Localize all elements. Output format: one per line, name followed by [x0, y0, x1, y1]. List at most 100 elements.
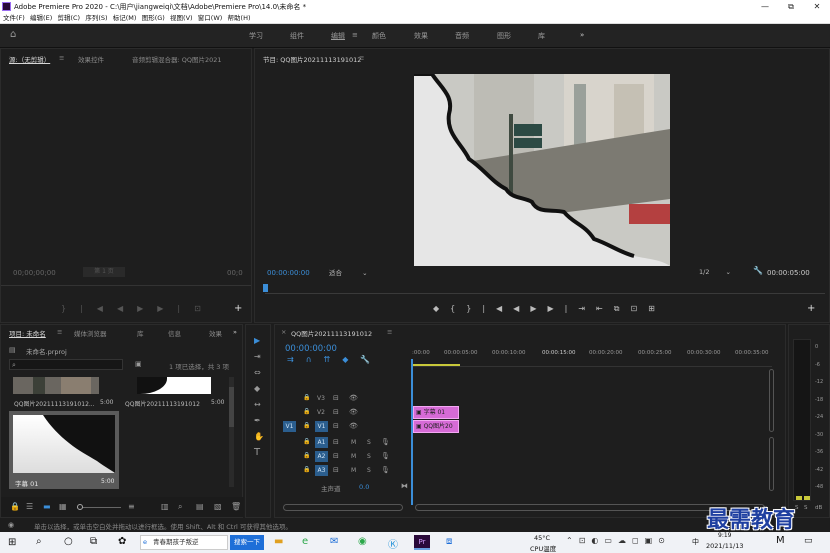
- hand-tool-icon[interactable]: ✋: [254, 433, 264, 441]
- lock-icon[interactable]: 🔒: [303, 394, 310, 402]
- eye-icon[interactable]: 👁: [349, 422, 358, 430]
- search-icon[interactable]: ⌕: [36, 536, 42, 547]
- k-app-icon[interactable]: Ⓚ: [388, 536, 398, 551]
- menu-markers[interactable]: 标记(M): [113, 13, 137, 24]
- zoom-slider-handle[interactable]: [77, 504, 83, 510]
- system-tray-icons[interactable]: ⌃⊡◐▭☁◻▣⊙: [566, 536, 671, 545]
- source-panel-menu-icon[interactable]: ≡: [59, 54, 64, 62]
- new-item-icon[interactable]: ▧: [214, 503, 222, 511]
- timeline-ruler[interactable]: :00:00 00:00:05:00 00:00:10:00 00:00:15:…: [412, 345, 772, 367]
- microphone-icon[interactable]: 🎙: [381, 452, 390, 460]
- ripple-edit-tool-icon[interactable]: ⇔: [254, 369, 261, 377]
- title-clip[interactable]: ▣ 字幕 01: [413, 406, 459, 419]
- workspace-assembly[interactable]: 组件: [290, 31, 304, 41]
- tab-libraries[interactable]: 库: [137, 328, 144, 338]
- program-transport-controls[interactable]: ◆{}|◀◀▶▶|⇥⇤⧉⊡⊞: [433, 305, 666, 313]
- source-patch-v1[interactable]: V1: [283, 421, 296, 432]
- edge-icon[interactable]: e: [302, 536, 308, 547]
- workspace-more-icon[interactable]: »: [580, 31, 584, 39]
- close-icon[interactable]: ×: [281, 328, 286, 336]
- type-tool-icon[interactable]: T: [254, 448, 260, 458]
- solo-button[interactable]: S: [367, 439, 371, 446]
- tab-audio-clip-mixer[interactable]: 音频剪辑混合器: QQ图片2021: [132, 54, 250, 64]
- playhead-icon[interactable]: [263, 284, 268, 292]
- track-label[interactable]: A2: [315, 451, 328, 462]
- track-label[interactable]: A3: [315, 465, 328, 476]
- lock-icon[interactable]: 🔒: [303, 466, 310, 474]
- source-timecode[interactable]: 00;00;00;00: [13, 269, 56, 277]
- list-view-icon[interactable]: ☰: [26, 503, 33, 511]
- new-bin-icon[interactable]: ▣: [135, 360, 142, 368]
- solo-button[interactable]: S: [367, 453, 371, 460]
- solo-button[interactable]: S: [367, 467, 371, 474]
- clock-date[interactable]: 2021/11/13: [706, 542, 743, 550]
- razor-tool-icon[interactable]: ◆: [254, 385, 260, 393]
- image-thumbnail[interactable]: [137, 377, 211, 394]
- 360-icon[interactable]: ◉: [358, 536, 367, 547]
- source-transport-controls[interactable]: }|◀◀▶▶|⊡: [61, 305, 215, 313]
- cortana-icon[interactable]: ○: [64, 536, 73, 547]
- weather-temp[interactable]: 45°C: [534, 534, 550, 542]
- workspace-learn[interactable]: 学习: [249, 31, 263, 41]
- master-volume[interactable]: 0.0: [359, 483, 369, 491]
- solo-button[interactable]: S: [804, 505, 808, 511]
- add-button-icon[interactable]: +: [234, 304, 242, 314]
- menu-graphics[interactable]: 图形(G): [142, 13, 165, 24]
- program-panel-menu-icon[interactable]: ≡: [359, 54, 364, 62]
- workspace-audio[interactable]: 音频: [455, 31, 469, 41]
- mail-icon[interactable]: ✉: [330, 536, 338, 547]
- weather-label[interactable]: CPU温度: [530, 543, 556, 553]
- tab-media-browser[interactable]: 媒体浏览器: [74, 328, 107, 338]
- sync-lock-icon[interactable]: ⊟: [333, 438, 339, 446]
- sync-lock-icon[interactable]: ⊟: [333, 408, 339, 416]
- icon-view-icon[interactable]: ▬: [43, 503, 51, 511]
- pen-tool-icon[interactable]: ✒: [254, 417, 261, 425]
- track-label[interactable]: V1: [315, 421, 328, 432]
- freeform-view-icon[interactable]: ▦: [59, 503, 67, 511]
- find-icon[interactable]: ⌕: [178, 503, 182, 511]
- work-area-bar[interactable]: [412, 364, 460, 366]
- master-end-icon[interactable]: ⧓: [401, 482, 408, 490]
- maximize-button[interactable]: ⧉: [778, 0, 804, 13]
- project-search-input[interactable]: ⌕: [9, 359, 123, 370]
- lock-icon[interactable]: 🔒: [303, 452, 310, 460]
- project-more-icon[interactable]: »: [233, 328, 237, 336]
- selection-tool-icon[interactable]: ▶: [254, 337, 260, 345]
- slip-tool-icon[interactable]: ↔: [254, 401, 261, 409]
- add-button-icon[interactable]: +: [807, 304, 815, 314]
- menu-window[interactable]: 窗口(W): [198, 13, 223, 24]
- minimize-button[interactable]: —: [752, 0, 778, 13]
- ime-language[interactable]: 中: [692, 537, 699, 547]
- workspace-color[interactable]: 颜色: [372, 31, 386, 41]
- project-panel-menu-icon[interactable]: ≡: [57, 328, 62, 336]
- tab-project[interactable]: 项目: 未命名: [9, 328, 46, 338]
- new-bin-icon[interactable]: ▤: [196, 503, 204, 511]
- title-item-selected[interactable]: 字幕 01 5:00: [9, 411, 119, 489]
- lock-icon[interactable]: 🔒: [303, 438, 310, 446]
- tab-effects[interactable]: 效果: [209, 328, 222, 338]
- sync-lock-icon[interactable]: ⊟: [333, 394, 339, 402]
- resolution-dropdown[interactable]: 1/2 ⌄: [699, 268, 743, 278]
- sort-icon[interactable]: ≡: [128, 503, 135, 511]
- menu-sequence[interactable]: 序列(S): [85, 13, 107, 24]
- tab-program[interactable]: 节目: QQ图片20211113191012: [263, 54, 361, 64]
- solo-button[interactable]: S: [795, 505, 799, 511]
- project-scrollbar[interactable]: [229, 377, 234, 487]
- microphone-icon[interactable]: 🎙: [381, 466, 390, 474]
- program-timecode[interactable]: 00:00:00:00: [267, 269, 310, 277]
- automate-icon[interactable]: ▥: [161, 503, 169, 511]
- file-explorer-icon[interactable]: ▬: [274, 536, 283, 547]
- workspace-graphics[interactable]: 图形: [497, 31, 511, 41]
- mute-button[interactable]: M: [351, 439, 356, 446]
- tab-info[interactable]: 信息: [168, 328, 181, 338]
- workspace-libraries[interactable]: 库: [538, 31, 545, 41]
- eye-icon[interactable]: 👁: [349, 394, 358, 402]
- menu-file[interactable]: 文件(F): [3, 13, 25, 24]
- timeline-tool-icons[interactable]: ⇉∩⇈◆🔧: [287, 356, 382, 364]
- home-icon[interactable]: ⌂: [10, 30, 16, 40]
- taskbar-search-input[interactable]: e 青春期孩子叛逆: [140, 535, 228, 550]
- program-scrubber[interactable]: [263, 284, 825, 294]
- sync-lock-icon[interactable]: ⊟: [333, 466, 339, 474]
- menu-edit[interactable]: 编辑(E): [30, 13, 52, 24]
- tab-sequence[interactable]: QQ图片20211113191012: [291, 328, 372, 338]
